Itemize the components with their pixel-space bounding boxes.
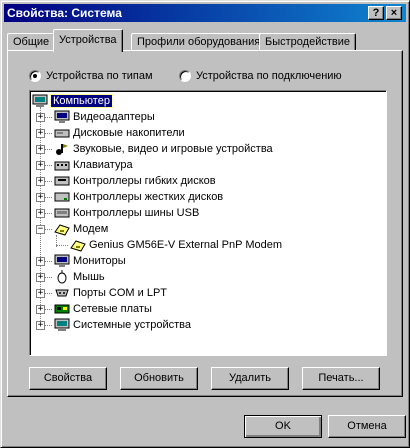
collapse-icon[interactable]: − (36, 225, 45, 234)
expand-icon[interactable]: + (36, 305, 45, 314)
radio-by-type[interactable]: Устройства по типам (29, 68, 153, 84)
ok-button[interactable]: OK (244, 415, 322, 438)
tree-item-label: Genius GM56E-V External PnP Modem (89, 239, 282, 251)
tree-item-label: Сетевые платы (73, 303, 152, 315)
title-bar[interactable]: Свойства: Система ? × (4, 4, 406, 22)
floppy-controller-icon (54, 174, 70, 188)
tree-connector (56, 245, 68, 246)
expand-icon[interactable]: + (36, 113, 45, 122)
tree-item-label: Модем (73, 223, 109, 235)
tree-item-label: Системные устройства (73, 319, 192, 331)
tab-performance[interactable]: Быстродействие (259, 33, 356, 51)
expand-icon[interactable]: + (36, 129, 45, 138)
tree-item-label: Контроллеры гибких дисков (73, 175, 216, 187)
mouse-icon (54, 270, 70, 284)
tree-root-label: Компьютер (50, 94, 113, 108)
tree-item-label: Мышь (73, 271, 105, 283)
monitor-icon (54, 254, 70, 268)
tree-category-item[interactable]: Сетевые платы (54, 301, 152, 317)
properties-button[interactable]: Свойства (29, 367, 107, 390)
tree-category-item[interactable]: Контроллеры гибких дисков (54, 173, 216, 189)
tree-category-item[interactable]: Контроллеры жестких дисков (54, 189, 223, 205)
disk-drive-icon (54, 126, 70, 140)
tree-item-label: Контроллеры шины USB (73, 207, 200, 219)
tree-item-label: Контроллеры жестких дисков (73, 191, 224, 203)
tree-category-item[interactable]: Порты COM и LPT (54, 285, 167, 301)
modem-icon (70, 238, 86, 252)
keyboard-icon (54, 158, 70, 172)
tree-item-label: Звуковые, видео и игровые устройства (73, 143, 273, 155)
tree-item-label: Мониторы (73, 255, 126, 267)
cancel-button[interactable]: Отмена (328, 415, 406, 438)
refresh-button[interactable]: Обновить (120, 367, 198, 390)
expand-icon[interactable]: + (36, 177, 45, 186)
tree-category-item[interactable]: Модем (54, 221, 108, 237)
help-button[interactable]: ? (368, 6, 384, 20)
system-device-icon (54, 318, 70, 332)
expand-icon[interactable]: + (36, 321, 45, 330)
port-icon (54, 286, 70, 300)
tree-category-item[interactable]: Клавиатура (54, 157, 133, 173)
tab-hardware-profiles[interactable]: Профили оборудования (131, 33, 267, 51)
expand-icon[interactable]: + (36, 289, 45, 298)
hdd-controller-icon (54, 190, 70, 204)
computer-icon (32, 94, 48, 108)
tree-category-item[interactable]: Видеоадаптеры (54, 109, 155, 125)
network-card-icon (54, 302, 70, 316)
tree-item-label: Дисковые накопители (73, 127, 185, 139)
tree-item-label: Клавиатура (73, 159, 133, 171)
expand-icon[interactable]: + (36, 193, 45, 202)
radio-by-type-label: Устройства по типам (46, 70, 153, 82)
window-title: Свойства: Система (7, 6, 122, 20)
tree-category-item[interactable]: Дисковые накопители (54, 125, 185, 141)
tree-child-item[interactable]: Genius GM56E-V External PnP Modem (70, 237, 282, 253)
tree-item-label: Порты COM и LPT (73, 287, 167, 299)
usb-icon (54, 206, 70, 220)
tree-root[interactable]: Компьютер (32, 93, 113, 109)
tree-item-label: Видеоадаптеры (73, 111, 155, 123)
print-button[interactable]: Печать... (302, 367, 380, 390)
monitor-icon (54, 110, 70, 124)
tree-category-item[interactable]: Мониторы (54, 253, 126, 269)
expand-icon[interactable]: + (36, 273, 45, 282)
radio-by-connection[interactable]: Устройства по подключению (179, 68, 342, 84)
device-tree[interactable]: Компьютер + Видеоадаптеры + Дисковые накопи… (29, 90, 387, 356)
radio-by-connection-circle[interactable] (179, 70, 191, 82)
tree-category-item[interactable]: Контроллеры шины USB (54, 205, 199, 221)
expand-icon[interactable]: + (36, 161, 45, 170)
tab-general[interactable]: Общие (7, 33, 56, 51)
tree-category-item[interactable]: Звуковые, видео и игровые устройства (54, 141, 273, 157)
tree-category-item[interactable]: Мышь (54, 269, 105, 285)
tree-category-item[interactable]: Системные устройства (54, 317, 191, 333)
close-button[interactable]: × (386, 6, 402, 20)
radio-by-connection-label: Устройства по подключению (196, 70, 342, 82)
tab-devices[interactable]: Устройства (53, 29, 123, 52)
modem-icon (54, 222, 70, 236)
expand-icon[interactable]: + (36, 145, 45, 154)
expand-icon[interactable]: + (36, 209, 45, 218)
remove-button[interactable]: Удалить (211, 367, 289, 390)
sound-icon (54, 142, 70, 156)
radio-by-type-circle[interactable] (29, 70, 41, 82)
system-properties-window: Свойства: Система ? × Общие Устройства П… (0, 0, 410, 448)
expand-icon[interactable]: + (36, 257, 45, 266)
